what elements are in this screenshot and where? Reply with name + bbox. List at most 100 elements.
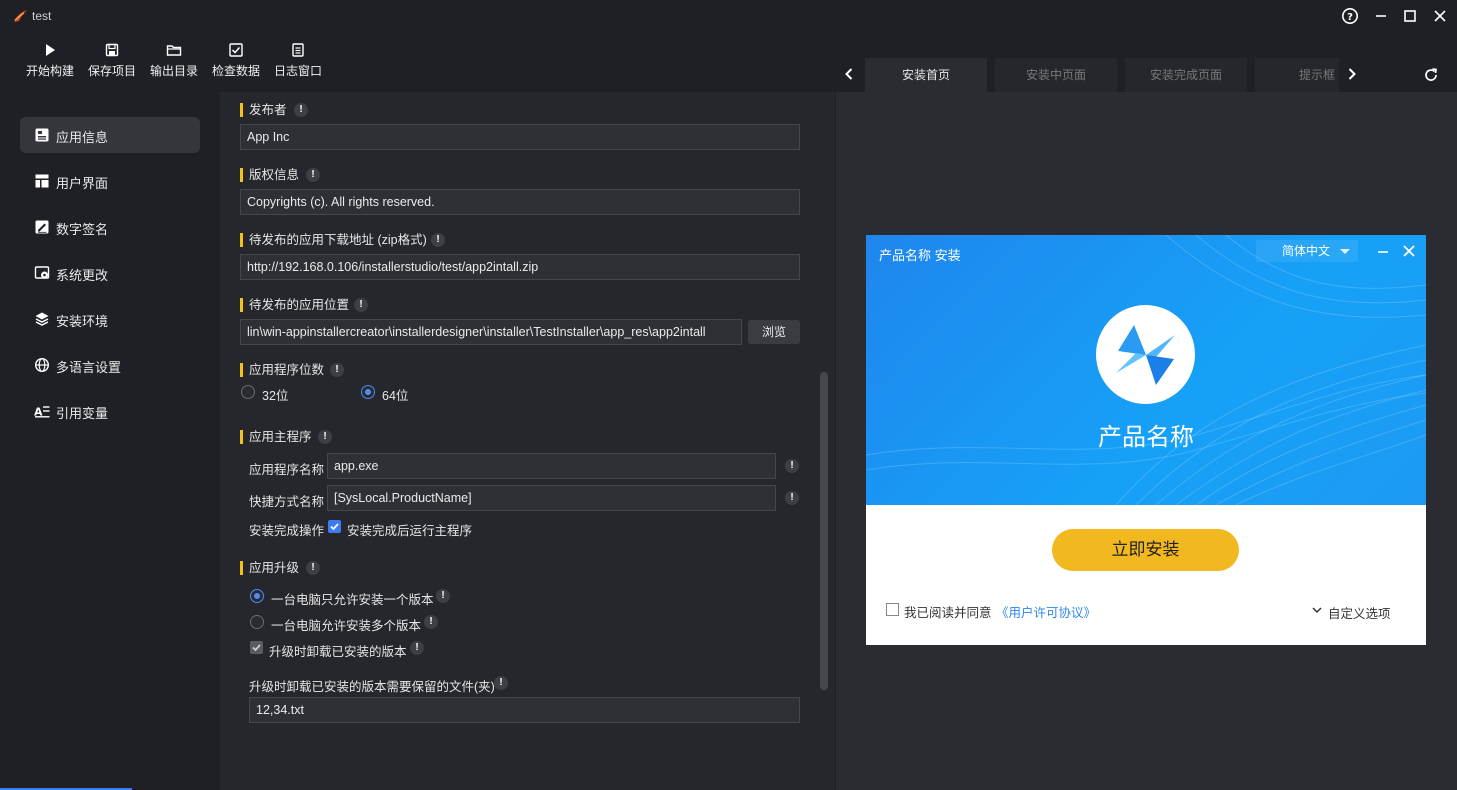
maximize-icon[interactable]: [1401, 7, 1419, 25]
checkmark-icon: [252, 644, 261, 652]
sidebar-item-variables[interactable]: A 引用变量: [20, 393, 200, 429]
bitness-label: 应用程序位数: [240, 363, 324, 377]
uninstall-old-help-icon[interactable]: !: [410, 641, 424, 655]
bitness-32-radio[interactable]: [241, 385, 255, 399]
installer-title: 产品名称 安装: [879, 248, 961, 263]
sidebar-item-label: 安装环境: [56, 314, 109, 329]
installer-close-icon[interactable]: [1402, 241, 1416, 261]
custom-options-toggle[interactable]: 自定义选项: [1312, 603, 1391, 622]
installer-banner: 产品名称 安装 简体中文 产品名称: [866, 235, 1426, 505]
single-version-radio[interactable]: [250, 589, 264, 603]
tab-install-complete[interactable]: 安装完成页面: [1125, 58, 1247, 92]
checklist-icon: [229, 43, 243, 57]
uninstall-old-label: 升级时卸载已安装的版本: [269, 645, 407, 659]
agree-checkbox[interactable]: [886, 603, 899, 616]
multi-version-label: 一台电脑允许安装多个版本: [271, 619, 422, 633]
sidebar-item-label: 用户界面: [56, 176, 109, 191]
app-name-input[interactable]: app.exe: [327, 453, 776, 479]
title-bar: test ?: [0, 0, 1457, 32]
download-url-help-icon[interactable]: !: [431, 233, 445, 247]
run-after-install-checkbox[interactable]: [328, 520, 341, 533]
installer-preview-window: 产品名称 安装 简体中文 产品名称 立即安装 我已阅读并同意 《用户许可协议》 …: [866, 235, 1426, 645]
custom-options-label: 自定义选项: [1328, 607, 1391, 621]
check-data-label: 检查数据: [211, 64, 260, 78]
system-change-icon: [34, 266, 50, 279]
single-version-label: 一台电脑只允许安装一个版本: [271, 593, 434, 607]
sidebar-item-digital-signature[interactable]: 数字签名: [20, 209, 200, 245]
tab-prompt[interactable]: 提示框: [1255, 58, 1339, 92]
bitness-32-label: 32位: [262, 389, 289, 403]
language-select[interactable]: 简体中文: [1256, 240, 1358, 262]
product-name: 产品名称: [1098, 424, 1194, 451]
bitness-64-radio[interactable]: [361, 385, 375, 399]
form-scrollbar[interactable]: [820, 372, 828, 690]
log-icon: [292, 43, 304, 57]
refresh-icon[interactable]: [1423, 67, 1439, 83]
language-value: 简体中文: [1282, 244, 1331, 258]
app-info-form: 发布者 ! App Inc 版权信息 ! Copyrights (c). All…: [220, 92, 835, 790]
app-location-label: 待发布的应用位置: [240, 298, 349, 312]
agree-text: 我已阅读并同意: [904, 606, 992, 620]
globe-icon: [34, 357, 50, 373]
tab-install-home[interactable]: 安装首页: [865, 58, 987, 92]
keep-files-input[interactable]: 12,34.txt: [249, 697, 800, 723]
installer-minimize-icon[interactable]: [1376, 241, 1390, 261]
keep-files-label: 升级时卸载已安装的版本需要保留的文件(夹): [249, 680, 495, 694]
shortcut-name-label: 快捷方式名称: [249, 495, 325, 509]
install-now-button[interactable]: 立即安装: [1052, 529, 1239, 571]
sidebar-item-install-environment[interactable]: 安装环境: [20, 301, 200, 337]
chevron-left-icon[interactable]: [841, 66, 857, 82]
sidebar-item-user-interface[interactable]: 用户界面: [20, 163, 200, 199]
variable-icon: A: [34, 406, 50, 419]
output-dir-button[interactable]: 输出目录: [143, 42, 205, 79]
single-version-help-icon[interactable]: !: [436, 589, 450, 603]
upgrade-help-icon[interactable]: !: [306, 561, 320, 575]
log-window-button[interactable]: 日志窗口: [267, 42, 329, 79]
layers-icon: [35, 312, 49, 326]
multi-version-radio[interactable]: [250, 615, 264, 629]
build-label: 开始构建: [25, 64, 74, 78]
check-data-button[interactable]: 检查数据: [205, 42, 267, 79]
main-program-help-icon[interactable]: !: [318, 430, 332, 444]
app-location-input[interactable]: lin\win-appinstallercreator\installerdes…: [240, 319, 742, 345]
layout-icon: [35, 174, 49, 188]
help-icon[interactable]: ?: [1341, 7, 1359, 25]
download-url-input[interactable]: http://192.168.0.106/installerstudio/tes…: [240, 254, 800, 280]
publisher-input[interactable]: App Inc: [240, 124, 800, 150]
close-icon[interactable]: [1431, 7, 1449, 25]
copyright-input[interactable]: Copyrights (c). All rights reserved.: [240, 189, 800, 215]
sidebar-item-multilanguage[interactable]: 多语言设置: [20, 347, 200, 383]
sidebar-item-system-changes[interactable]: 系统更改: [20, 255, 200, 291]
tab-installing[interactable]: 安装中页面: [995, 58, 1117, 92]
sidebar-item-app-info[interactable]: 应用信息: [20, 117, 200, 153]
save-project-button[interactable]: 保存项目: [81, 42, 143, 79]
sidebar: 应用信息 用户界面 数字签名 系统更改 安装环境 多语言设置 A 引用变量: [0, 92, 220, 790]
keep-files-help-icon[interactable]: !: [494, 676, 508, 690]
copyright-help-icon[interactable]: !: [306, 168, 320, 182]
svg-text:?: ?: [1347, 12, 1353, 23]
license-link[interactable]: 《用户许可协议》: [996, 602, 1096, 621]
uninstall-old-checkbox[interactable]: [250, 641, 263, 654]
shortcut-name-input[interactable]: [SysLocal.ProductName]: [327, 485, 776, 511]
app-name-help-icon[interactable]: !: [785, 459, 799, 473]
signature-icon: [35, 220, 49, 234]
bitness-help-icon[interactable]: !: [330, 363, 344, 377]
minimize-icon[interactable]: [1372, 7, 1390, 25]
preview-tabs: 安装首页 安装中页面 安装完成页面 提示框: [836, 56, 1457, 92]
save-icon: [105, 43, 119, 57]
window-title: test: [32, 9, 52, 23]
sidebar-item-label: 引用变量: [56, 406, 109, 421]
browse-button[interactable]: 浏览: [748, 320, 800, 344]
chevron-right-icon[interactable]: [1344, 66, 1360, 82]
checkmark-icon: [330, 523, 339, 531]
publisher-help-icon[interactable]: !: [294, 103, 308, 117]
app-location-help-icon[interactable]: !: [354, 298, 368, 312]
sidebar-item-label: 多语言设置: [56, 360, 122, 375]
save-project-label: 保存项目: [87, 64, 136, 78]
shortcut-name-help-icon[interactable]: !: [785, 491, 799, 505]
toolbar: 开始构建 保存项目 输出目录 检查数据 日志窗口: [0, 32, 836, 90]
product-logo-icon: [1116, 325, 1175, 385]
multi-version-help-icon[interactable]: !: [424, 615, 438, 629]
download-url-label: 待发布的应用下载地址 (zip格式): [240, 233, 427, 247]
build-button[interactable]: 开始构建: [19, 42, 81, 79]
